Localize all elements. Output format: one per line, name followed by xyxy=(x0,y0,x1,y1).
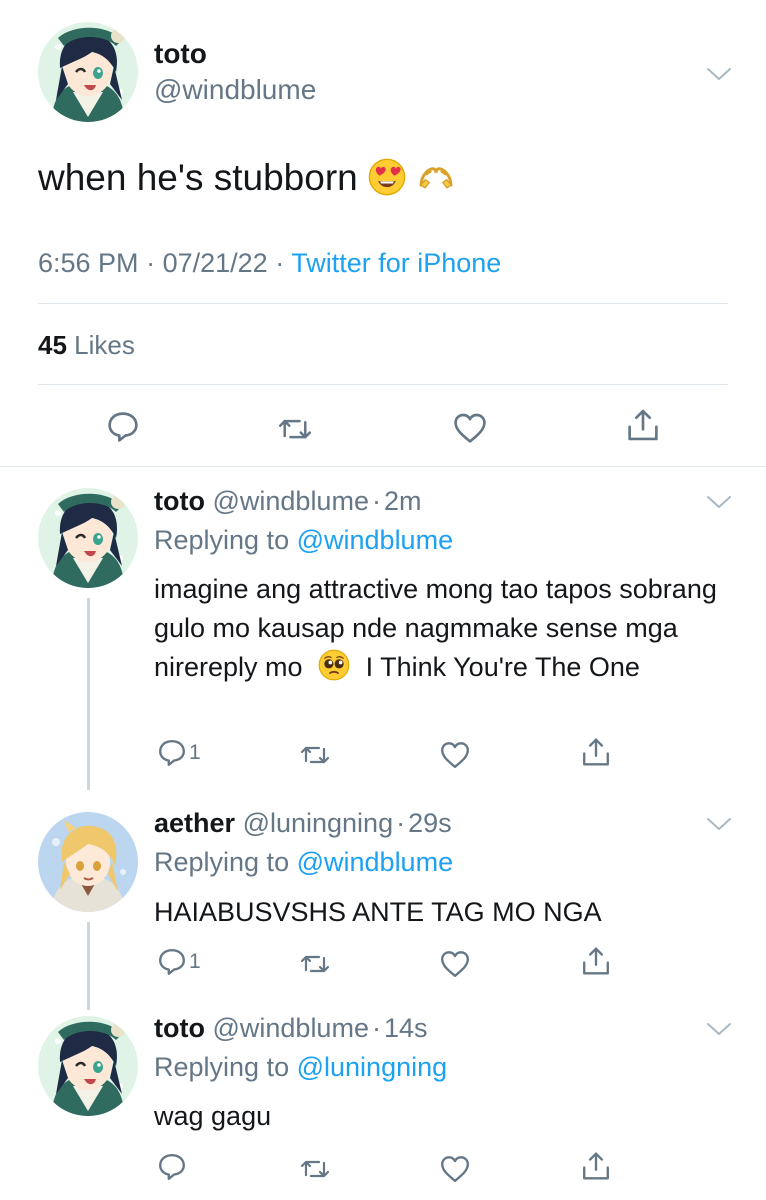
reply-icon xyxy=(108,412,138,442)
reply-header: aether @luningning · 29s xyxy=(154,808,452,839)
reply-count: 1 xyxy=(189,950,201,973)
meta-separator: · xyxy=(371,486,381,516)
meta-separator: · xyxy=(146,248,156,278)
replying-to-label: Replying to xyxy=(154,1052,290,1082)
reply-text-part2: I Think You're The One xyxy=(365,652,640,682)
tweet-text: when he's stubborn xyxy=(38,157,456,199)
divider xyxy=(38,303,728,304)
reply-button[interactable] xyxy=(106,410,140,444)
tweet-source-link[interactable]: Twitter for iPhone xyxy=(291,248,501,278)
share-button[interactable] xyxy=(581,736,611,768)
retweet-icon xyxy=(300,955,330,973)
like-icon xyxy=(441,742,469,768)
tweet-text-content: when he's stubborn xyxy=(38,157,358,198)
likes-count: 45 xyxy=(38,330,67,360)
tweet-date: 07/21/22 xyxy=(162,248,268,278)
like-button[interactable] xyxy=(452,410,488,444)
share-icon xyxy=(583,738,609,766)
reply-text: HAIABUSVSHS ANTE TAG MO NGA xyxy=(154,897,602,927)
author-display-name[interactable]: toto xyxy=(154,38,207,70)
retweet-button[interactable] xyxy=(298,1154,332,1182)
reply-button[interactable]: 1 xyxy=(157,738,201,768)
share-icon xyxy=(628,409,658,441)
thread-line xyxy=(87,598,90,790)
replying-to-link[interactable]: @windblume xyxy=(297,847,453,877)
thread-line xyxy=(87,922,90,1010)
like-icon xyxy=(441,1156,469,1182)
like-button[interactable] xyxy=(439,948,471,978)
reply-header: toto @windblume · 2m xyxy=(154,486,421,517)
reply-handle[interactable]: @windblume xyxy=(212,486,368,516)
reply-handle[interactable]: @luningning xyxy=(243,808,394,838)
meta-separator: · xyxy=(371,1013,381,1043)
retweet-button[interactable] xyxy=(298,740,332,768)
meta-separator: · xyxy=(275,248,285,278)
chevron-down-icon[interactable] xyxy=(706,66,732,82)
share-button[interactable] xyxy=(581,945,611,977)
heart-hands-emoji xyxy=(419,167,453,190)
likes-label: Likes xyxy=(74,330,135,360)
chevron-down-icon[interactable] xyxy=(706,816,732,832)
share-icon xyxy=(583,1152,609,1180)
retweet-button[interactable] xyxy=(276,412,314,444)
share-button[interactable] xyxy=(581,1150,611,1182)
retweet-icon xyxy=(278,419,312,439)
meta-separator: · xyxy=(396,808,406,838)
reply-time: 14s xyxy=(383,1013,428,1043)
reply-display-name[interactable]: aether xyxy=(154,808,235,838)
reply-avatar[interactable] xyxy=(38,1016,138,1116)
replying-to-line: Replying to @luningning xyxy=(154,1052,447,1083)
reply-header: toto @windblume · 14s xyxy=(154,1013,428,1044)
retweet-icon xyxy=(300,746,330,764)
retweet-button[interactable] xyxy=(298,949,332,977)
reply-time: 29s xyxy=(408,808,452,838)
like-icon xyxy=(454,413,486,443)
replying-to-line: Replying to @windblume xyxy=(154,847,453,878)
author-avatar[interactable] xyxy=(38,22,138,122)
replying-to-line: Replying to @windblume xyxy=(154,525,453,556)
likes-stat[interactable]: 45 Likes xyxy=(38,330,135,361)
reply-button[interactable]: 1 xyxy=(157,947,201,977)
tweet-time: 6:56 PM xyxy=(38,248,139,278)
tweet-meta: 6:56 PM · 07/21/22 · Twitter for iPhone xyxy=(38,248,501,279)
replying-to-label: Replying to xyxy=(154,847,290,877)
reply-time: 2m xyxy=(383,486,422,516)
divider xyxy=(38,384,728,385)
reply-display-name[interactable]: toto xyxy=(154,1013,205,1043)
reply-count: 1 xyxy=(189,741,201,764)
reply-button[interactable] xyxy=(157,1152,187,1182)
replying-to-link[interactable]: @luningning xyxy=(297,1052,448,1082)
reply-avatar[interactable] xyxy=(38,812,138,912)
reply-icon xyxy=(159,949,185,975)
like-button[interactable] xyxy=(439,739,471,769)
share-icon xyxy=(583,947,609,975)
replying-to-link[interactable]: @windblume xyxy=(297,525,453,555)
chevron-down-icon[interactable] xyxy=(706,494,732,510)
like-button[interactable] xyxy=(439,1153,471,1183)
reply-text: wag gagu xyxy=(154,1101,272,1131)
reply-icon xyxy=(159,740,185,766)
retweet-icon xyxy=(300,1160,330,1178)
reply-avatar[interactable] xyxy=(38,488,138,588)
author-handle[interactable]: @windblume xyxy=(154,74,316,106)
reply-icon xyxy=(159,1154,185,1180)
chevron-down-icon[interactable] xyxy=(706,1021,732,1037)
like-icon xyxy=(441,951,469,977)
reply-handle[interactable]: @windblume xyxy=(212,1013,368,1043)
reply-text: imagine ang attractive mong tao tapos so… xyxy=(154,570,734,687)
section-divider xyxy=(0,466,766,467)
heart-eyes-emoji xyxy=(368,158,406,196)
replying-to-label: Replying to xyxy=(154,525,290,555)
reply-display-name[interactable]: toto xyxy=(154,486,205,516)
pleading-face-emoji xyxy=(318,649,350,681)
share-button[interactable] xyxy=(626,407,660,443)
